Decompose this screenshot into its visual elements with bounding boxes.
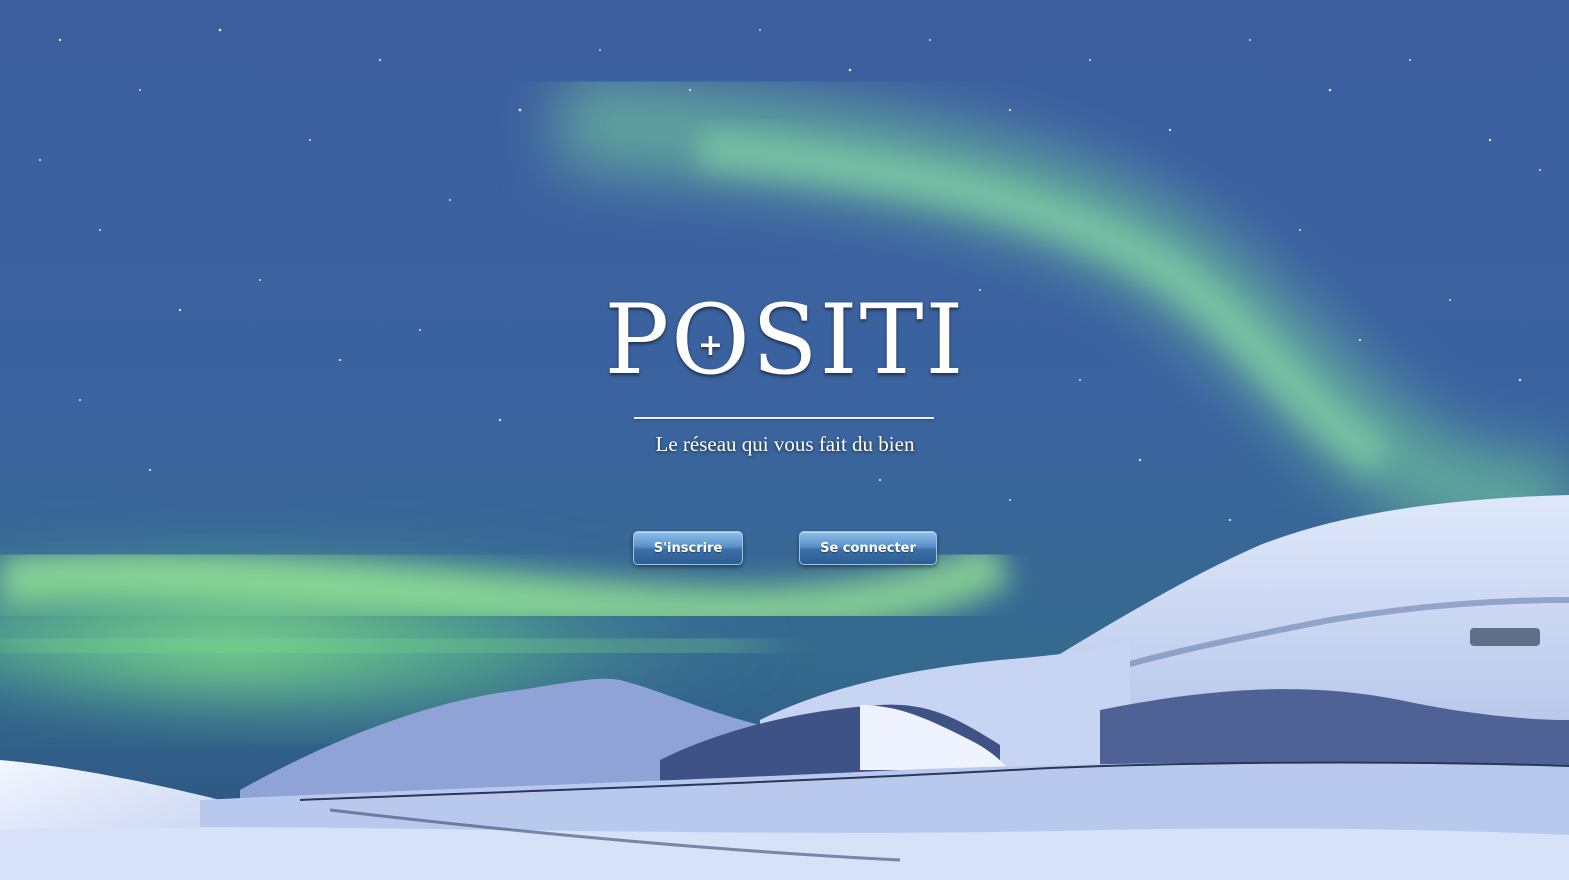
- logo-wordmark: PO + SITI: [605, 285, 966, 395]
- positi-logo: PO + SITI: [560, 285, 1010, 395]
- logo-text-left: P: [604, 284, 672, 396]
- login-button[interactable]: Se connecter: [799, 531, 937, 565]
- logo-o-letter: O +: [671, 284, 752, 396]
- tagline: Le réseau qui vous fait du bien: [655, 432, 915, 456]
- hero-section: PO + SITI Le réseau qui vous fait du bien …: [0, 0, 1569, 880]
- plus-icon: +: [697, 328, 726, 363]
- logo-divider: [634, 417, 934, 419]
- logo-text-right: SITI: [751, 284, 966, 396]
- signup-button[interactable]: S'inscrire: [633, 531, 743, 565]
